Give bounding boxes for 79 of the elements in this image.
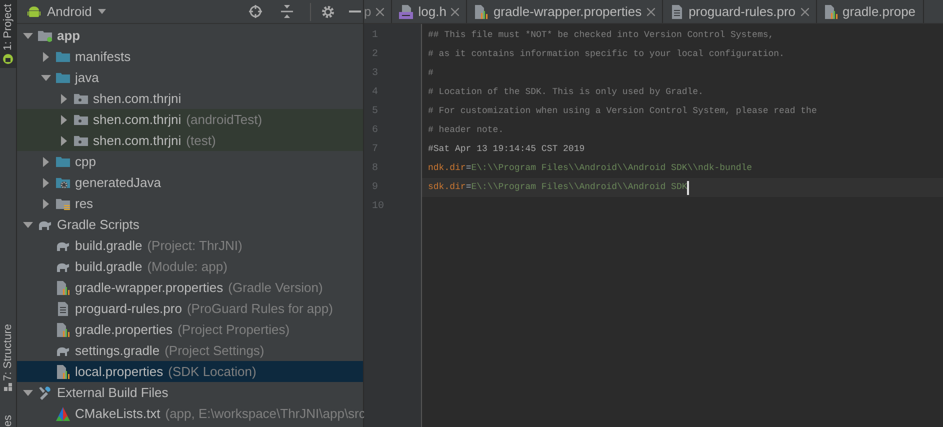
tree-item[interactable]: Gradle Scripts <box>17 214 363 235</box>
package-folder-icon <box>74 112 88 126</box>
tool-tab[interactable]: es <box>0 415 16 427</box>
code-line: ## This file must *NOT* be checked into Version Control Systems, <box>427 28 775 42</box>
tree-item[interactable]: External Build Files <box>17 382 363 403</box>
text-file-icon <box>56 302 70 316</box>
code-line: # <box>427 66 434 80</box>
tree-item[interactable]: shen.com.thrjni <box>17 88 363 109</box>
tree-item[interactable]: app <box>17 25 363 46</box>
text-caret <box>687 180 690 194</box>
folder-icon <box>56 70 70 84</box>
code-line: # header note. <box>427 124 505 137</box>
expanded-arrow-icon[interactable] <box>23 30 33 40</box>
close-icon[interactable] <box>646 8 655 16</box>
editor-tab[interactable]: gradle.prope <box>816 0 924 23</box>
android-icon <box>3 54 13 64</box>
tree-item[interactable]: gradle-wrapper.properties (Gradle Version) <box>17 277 363 298</box>
collapsed-arrow-icon[interactable] <box>41 198 51 208</box>
tree-item[interactable]: gradle.properties (Project Properties) <box>17 319 363 340</box>
module-folder-icon <box>38 28 52 42</box>
android-icon <box>27 4 41 18</box>
folder-icon <box>56 154 70 168</box>
tree-item[interactable]: settings.gradle (Project Settings) <box>17 340 363 361</box>
expanded-arrow-icon[interactable] <box>41 72 51 82</box>
tree-item[interactable]: local.properties (SDK Location) <box>17 361 363 382</box>
expanded-arrow-icon[interactable] <box>23 388 33 398</box>
tree-item[interactable]: build.gradle (Project: ThrJNI) <box>17 235 363 256</box>
structure-icon <box>4 383 12 392</box>
close-icon[interactable] <box>800 8 809 16</box>
properties-file-icon <box>56 364 70 378</box>
close-icon[interactable] <box>451 8 460 16</box>
resource-folder-icon <box>56 196 70 210</box>
collapsed-arrow-icon[interactable] <box>59 114 69 124</box>
tools-icon <box>38 386 52 400</box>
minimize-icon[interactable] <box>349 10 361 13</box>
tree-item[interactable]: cpp <box>17 151 363 172</box>
triangle-icon <box>56 406 70 420</box>
code-line: # Location of the SDK. This is only used by Gradle. <box>427 86 704 99</box>
close-icon[interactable] <box>376 8 384 16</box>
code-line: #Sat Apr 13 19:14:45 CST 2019 <box>427 142 586 156</box>
editor-tab[interactable]: p <box>364 0 392 23</box>
structure-tool-tab[interactable]: 7: Structure <box>0 324 16 380</box>
collapsed-arrow-icon[interactable] <box>59 136 69 146</box>
collapsed-arrow-icon[interactable] <box>41 52 51 62</box>
properties-file-icon <box>56 322 70 336</box>
collapse-all-icon[interactable] <box>280 5 294 18</box>
code-line: # as it contains information specific to your local configuration. <box>427 48 786 61</box>
crosshair-icon[interactable] <box>249 5 262 18</box>
collapsed-arrow-icon[interactable] <box>41 178 51 188</box>
properties-file-icon <box>56 280 70 294</box>
tree-item[interactable]: shen.com.thrjni (test) <box>17 130 363 151</box>
dropdown-caret-icon[interactable] <box>98 9 106 14</box>
settings-icon[interactable] <box>321 4 335 18</box>
tree-item[interactable]: shen.com.thrjni (androidTest) <box>17 109 363 130</box>
editor-tab[interactable]: log.h <box>392 0 468 23</box>
collapsed-arrow-icon[interactable] <box>41 156 51 166</box>
view-selector[interactable]: Android <box>47 2 92 22</box>
gear-folder-icon <box>56 176 70 190</box>
code-line: ndk.dir=E\:\\Program Files\\Android\\Android SDK\\ndk-bundle <box>427 162 754 175</box>
code-line: # For customization when using a Version Control System, please read the <box>427 104 818 118</box>
text-file-icon <box>670 4 684 18</box>
tree-item[interactable]: build.gradle (Module: app) <box>17 256 363 277</box>
properties-file-icon <box>474 4 488 18</box>
folder-icon <box>56 50 70 64</box>
editor-tab[interactable]: proguard-rules.pro <box>662 0 817 23</box>
package-folder-icon <box>74 92 88 106</box>
tree-item[interactable]: java <box>17 67 363 88</box>
tree-item[interactable]: proguard-rules.pro (ProGuard Rules for app) <box>17 298 363 319</box>
collapsed-arrow-icon[interactable] <box>59 94 69 104</box>
expanded-arrow-icon[interactable] <box>23 220 33 230</box>
tree-item[interactable]: manifests <box>17 46 363 67</box>
project-tool-tab[interactable]: 1: Project <box>0 0 16 68</box>
package-folder-icon <box>74 134 88 148</box>
cpp-file-icon <box>399 4 414 18</box>
properties-file-icon <box>824 4 838 18</box>
tree-item[interactable]: res <box>17 193 363 214</box>
tree-item[interactable]: generatedJava <box>17 172 363 193</box>
editor-tab[interactable]: gradle-wrapper.properties <box>467 0 663 23</box>
tree-item[interactable]: CMakeLists.txt (app, E:\workspace\ThrJNI\app\src <box>17 403 363 424</box>
